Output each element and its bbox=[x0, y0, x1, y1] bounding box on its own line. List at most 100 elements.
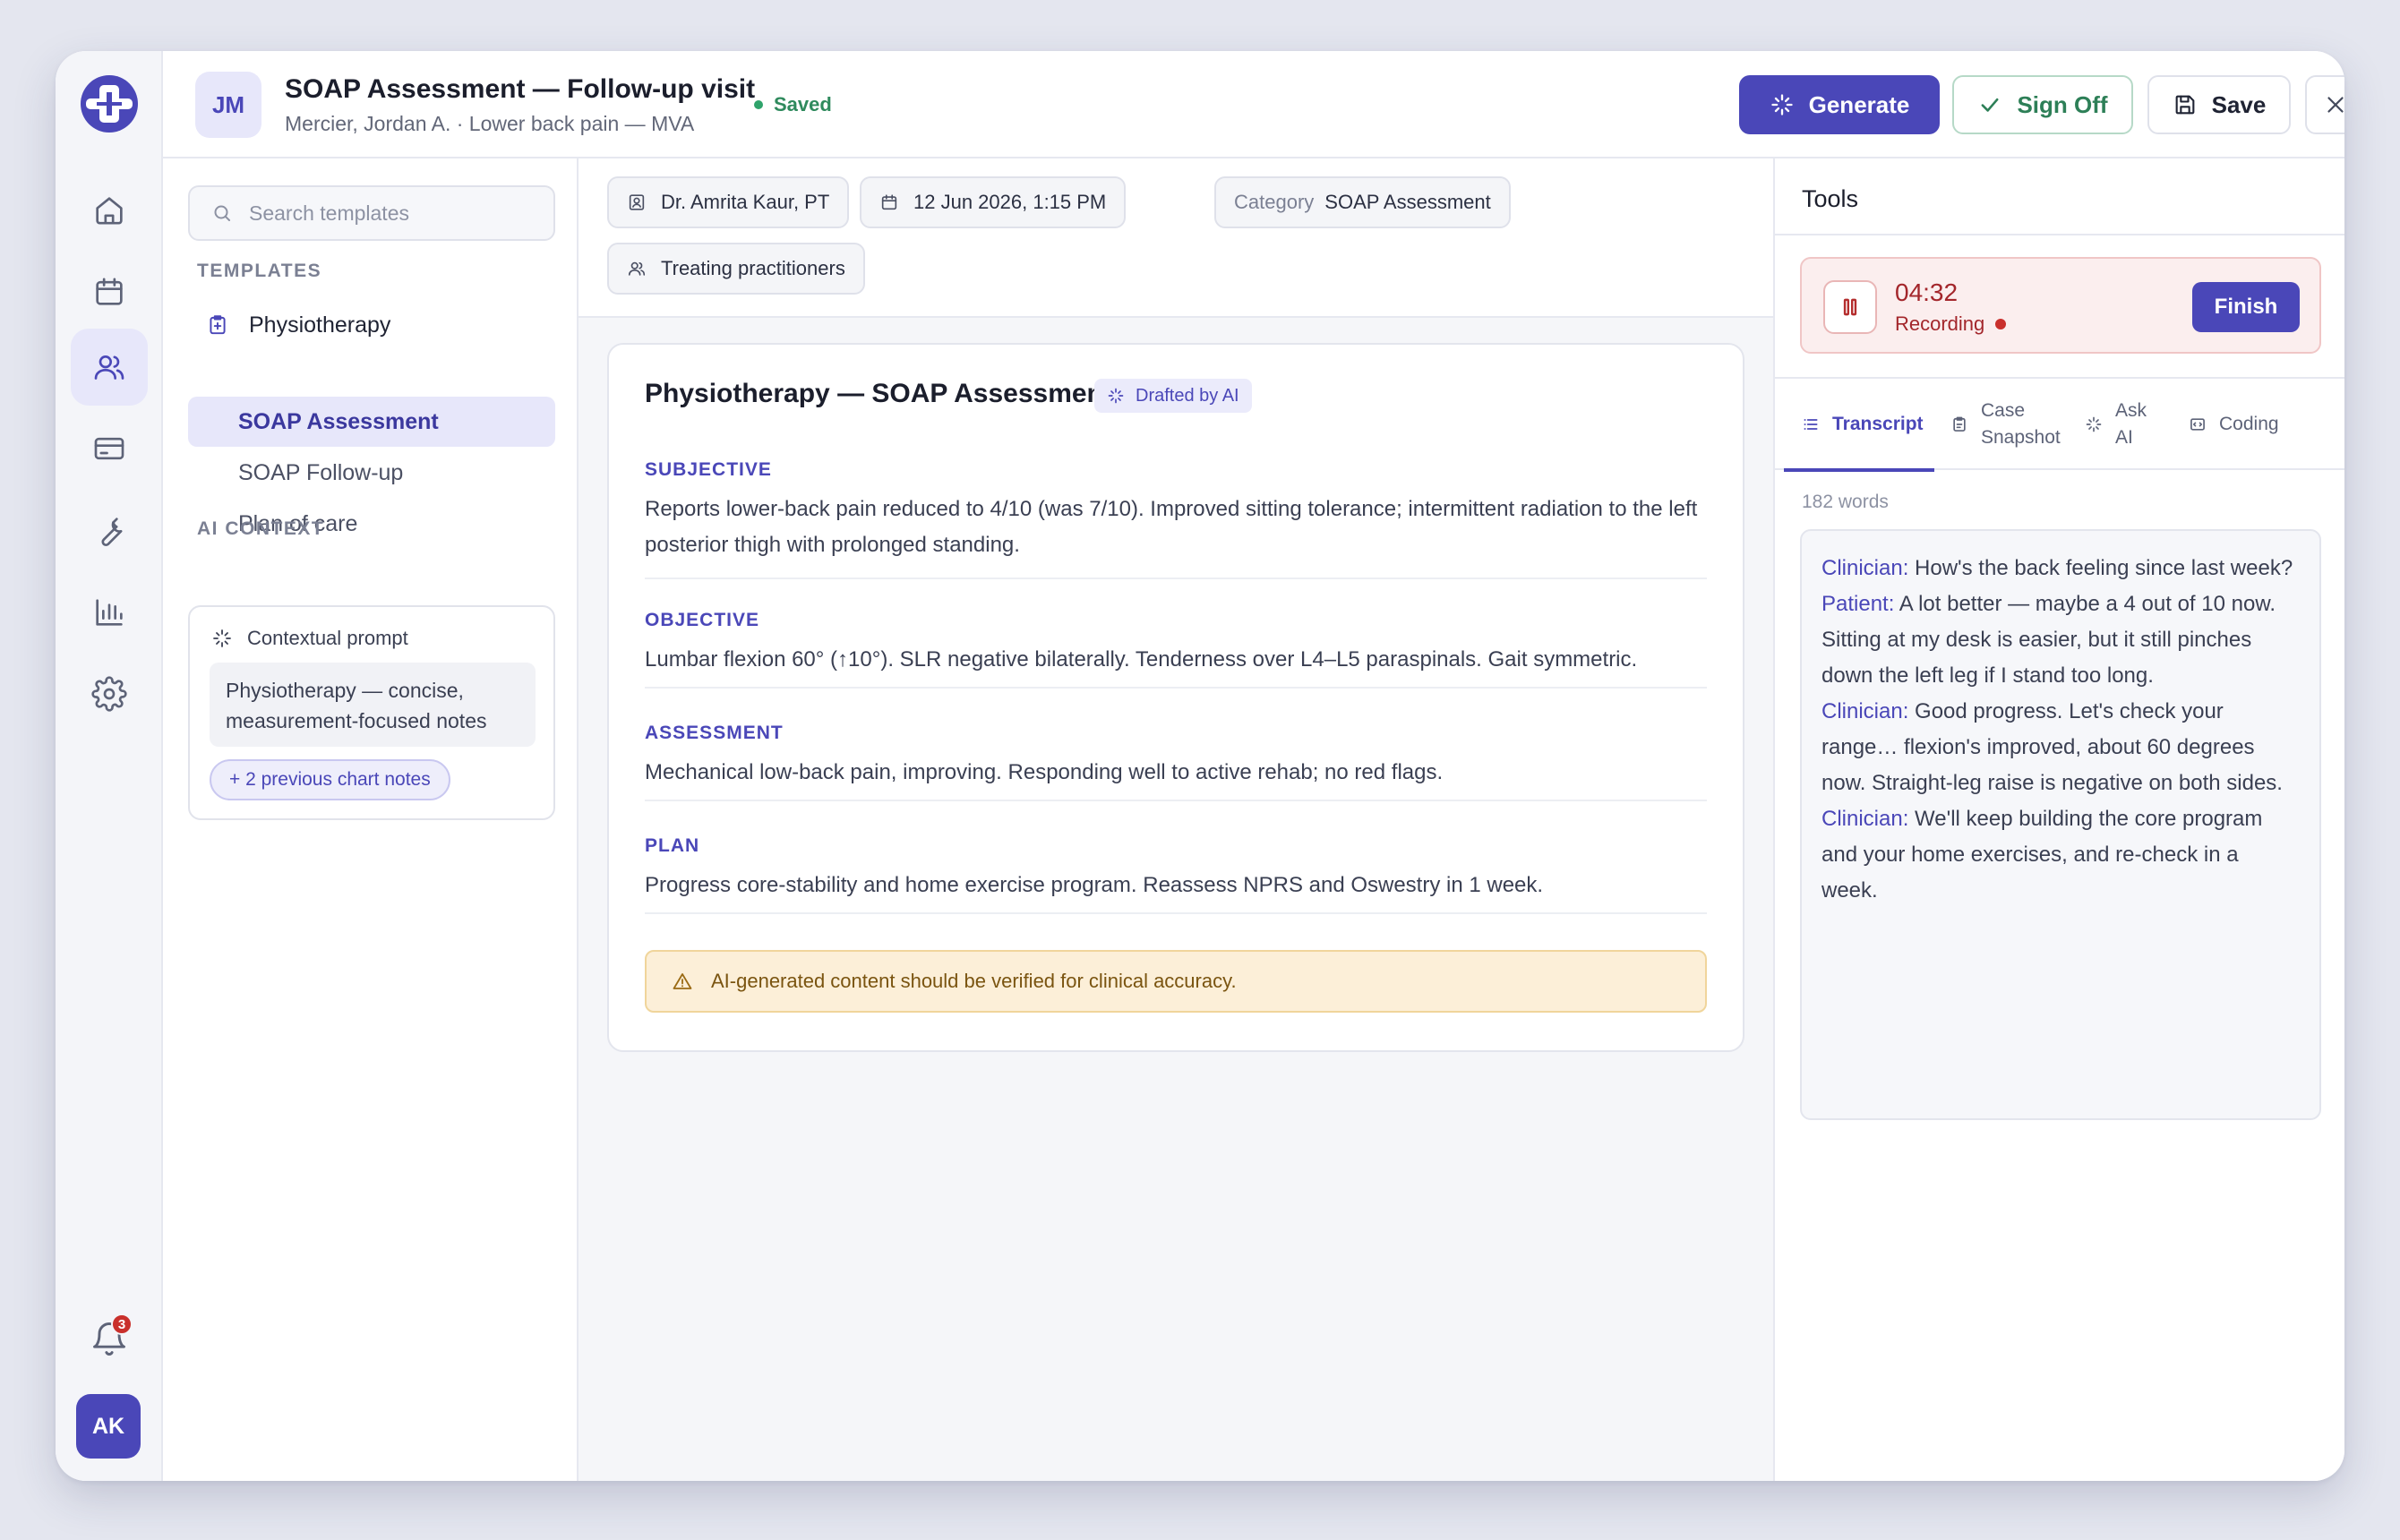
clipboard-plus-icon bbox=[210, 315, 226, 335]
gear-icon bbox=[91, 676, 127, 712]
save-label: Save bbox=[2211, 90, 2267, 118]
contextual-prompt-text[interactable]: Physiotherapy — concise, measurement-foc… bbox=[210, 663, 536, 747]
warning-icon bbox=[673, 973, 692, 989]
templates-panel: Search templates TEMPLATES Physiotherapy… bbox=[163, 158, 579, 1481]
utterance: How's the back feeling since last week? bbox=[1908, 556, 2293, 580]
section-assessment: ASSESSMENT Mechanical low-back pain, imp… bbox=[645, 723, 1707, 801]
card-icon bbox=[94, 437, 124, 460]
finish-recording-button[interactable]: Finish bbox=[2192, 282, 2300, 332]
section-heading: SUBJECTIVE bbox=[645, 459, 772, 480]
tab-case-snapshot[interactable]: Case Snapshot bbox=[1950, 379, 2076, 470]
nav-patients-button[interactable] bbox=[71, 329, 148, 406]
section-body[interactable]: Lumbar flexion 60° (↑10°). SLR negative … bbox=[645, 642, 1707, 678]
save-status: Saved bbox=[754, 93, 832, 116]
treating-practitioners-label: Treating practitioners bbox=[661, 257, 845, 279]
section-plan: PLAN Progress core-stability and home ex… bbox=[645, 835, 1707, 914]
nav-reports-button[interactable] bbox=[71, 574, 148, 651]
ai-accuracy-warning: AI-generated content should be verified … bbox=[645, 950, 1707, 1013]
speaker-label: Clinician: bbox=[1821, 699, 1909, 723]
id-badge-icon bbox=[629, 194, 645, 210]
home-icon bbox=[96, 197, 123, 225]
user-avatar[interactable]: AK bbox=[76, 1394, 141, 1459]
tools-title: Tools bbox=[1802, 185, 1859, 212]
contextual-prompt-title: Contextual prompt bbox=[247, 627, 408, 649]
tab-label: Transcript bbox=[1832, 414, 1924, 434]
note-editor: Dr. Amrita Kaur, PT 12 Jun 2026, 1:15 PM… bbox=[579, 158, 1773, 1481]
tab-label: Case Snapshot bbox=[1981, 400, 2061, 448]
ai-context-section-label: AI CONTEXT bbox=[197, 518, 325, 539]
tab-coding[interactable]: Coding bbox=[2189, 379, 2332, 470]
tab-label: Coding bbox=[2219, 414, 2279, 434]
contextual-prompt-header: Contextual prompt bbox=[211, 627, 408, 650]
section-heading: ASSESSMENT bbox=[645, 723, 784, 743]
section-body[interactable]: Mechanical low-back pain, improving. Res… bbox=[645, 755, 1707, 791]
visit-datetime: 12 Jun 2026, 1:15 PM bbox=[913, 191, 1107, 213]
calendar-icon bbox=[96, 278, 123, 305]
word-count: 182 words bbox=[1802, 492, 1889, 512]
tools-panel: Tools 04:32 Recording Finish Transcript … bbox=[1773, 158, 2344, 1481]
category-value: SOAP Assessment bbox=[1324, 191, 1491, 213]
previous-notes-chip[interactable]: + 2 previous chart notes bbox=[210, 759, 450, 800]
section-heading: PLAN bbox=[645, 835, 700, 856]
recording-dot bbox=[1995, 319, 2007, 329]
recording-timer: 04:32 bbox=[1895, 278, 1959, 306]
nav-settings-button[interactable] bbox=[71, 655, 148, 732]
nav-tools-button[interactable] bbox=[71, 492, 148, 569]
notifications-button[interactable]: 3 bbox=[84, 1313, 134, 1364]
nav-home-button[interactable] bbox=[71, 172, 148, 249]
templates-section-label: TEMPLATES bbox=[197, 261, 322, 281]
tab-label: Ask AI bbox=[2115, 400, 2147, 448]
users-icon bbox=[94, 355, 124, 380]
check-icon bbox=[1982, 98, 1999, 112]
template-item-soap-follow-up[interactable]: SOAP Follow-up bbox=[188, 448, 555, 498]
contextual-prompt-card: Contextual prompt Physiotherapy — concis… bbox=[188, 605, 555, 820]
treating-practitioners-pill[interactable]: Treating practitioners bbox=[607, 243, 865, 295]
recording-status: Recording bbox=[1895, 312, 2007, 336]
calendar-icon bbox=[881, 194, 897, 210]
search-icon bbox=[214, 205, 230, 221]
page-title: SOAP Assessment — Follow-up visit bbox=[285, 74, 756, 104]
section-body[interactable]: Progress core-stability and home exercis… bbox=[645, 868, 1707, 903]
search-placeholder: Search templates bbox=[249, 201, 409, 225]
datetime-pill[interactable]: 12 Jun 2026, 1:15 PM bbox=[860, 176, 1127, 228]
template-group-physiotherapy[interactable]: Physiotherapy bbox=[188, 300, 555, 350]
section-body[interactable]: Reports lower-back pain reduced to 4/10 … bbox=[645, 492, 1707, 563]
ai-accuracy-warning-text: AI-generated content should be verified … bbox=[711, 970, 1237, 992]
speaker-label: Clinician: bbox=[1821, 807, 1909, 831]
generate-button[interactable]: Generate bbox=[1739, 75, 1940, 134]
transcript-line: Clinician: Good progress. Let's check yo… bbox=[1821, 694, 2300, 801]
app-logo[interactable] bbox=[80, 74, 139, 133]
save-button[interactable]: Save bbox=[2147, 75, 2291, 134]
speaker-label: Patient: bbox=[1821, 592, 1895, 616]
status-dot bbox=[754, 100, 763, 109]
note-meta-bar: Dr. Amrita Kaur, PT 12 Jun 2026, 1:15 PM… bbox=[579, 158, 1773, 318]
practitioner-pill[interactable]: Dr. Amrita Kaur, PT bbox=[607, 176, 850, 228]
recording-card: 04:32 Recording Finish bbox=[1800, 257, 2321, 354]
nav-billing-button[interactable] bbox=[71, 410, 148, 487]
wrench-icon bbox=[101, 518, 123, 547]
close-icon bbox=[2327, 97, 2344, 113]
transcript-line: Clinician: How's the back feeling since … bbox=[1821, 551, 2300, 586]
nav-calendar-button[interactable] bbox=[71, 253, 148, 330]
transcript-box[interactable]: Clinician: How's the back feeling since … bbox=[1800, 529, 2321, 1120]
sign-off-label: Sign Off bbox=[2017, 90, 2108, 118]
template-item-soap-assessment[interactable]: SOAP Assessment bbox=[188, 397, 555, 447]
search-input[interactable]: Search templates bbox=[188, 185, 555, 241]
close-button[interactable] bbox=[2305, 75, 2344, 134]
drafted-by-ai-label: Drafted by AI bbox=[1136, 385, 1239, 406]
section-subjective: SUBJECTIVE Reports lower-back pain reduc… bbox=[645, 459, 1707, 579]
tab-ask-ai[interactable]: Ask AI bbox=[2085, 379, 2165, 470]
transcript-line: Clinician: We'll keep building the core … bbox=[1821, 801, 2300, 909]
users-icon bbox=[628, 261, 646, 276]
sign-off-button[interactable]: Sign Off bbox=[1952, 75, 2133, 134]
pause-recording-button[interactable] bbox=[1823, 280, 1877, 334]
note-title: Physiotherapy — SOAP Assessment bbox=[645, 379, 1112, 408]
recording-status-label: Recording bbox=[1895, 312, 1985, 335]
sparkle-icon bbox=[1108, 388, 1124, 404]
chart-icon bbox=[96, 599, 123, 626]
notification-badge: 3 bbox=[111, 1313, 133, 1335]
tools-tabs: Transcript Case Snapshot Ask AI Coding bbox=[1775, 377, 2344, 472]
page-header: JM SOAP Assessment — Follow-up visit Mer… bbox=[163, 51, 2344, 158]
category-pill[interactable]: Category SOAP Assessment bbox=[1214, 176, 1511, 228]
tab-transcript[interactable]: Transcript bbox=[1784, 379, 1934, 472]
